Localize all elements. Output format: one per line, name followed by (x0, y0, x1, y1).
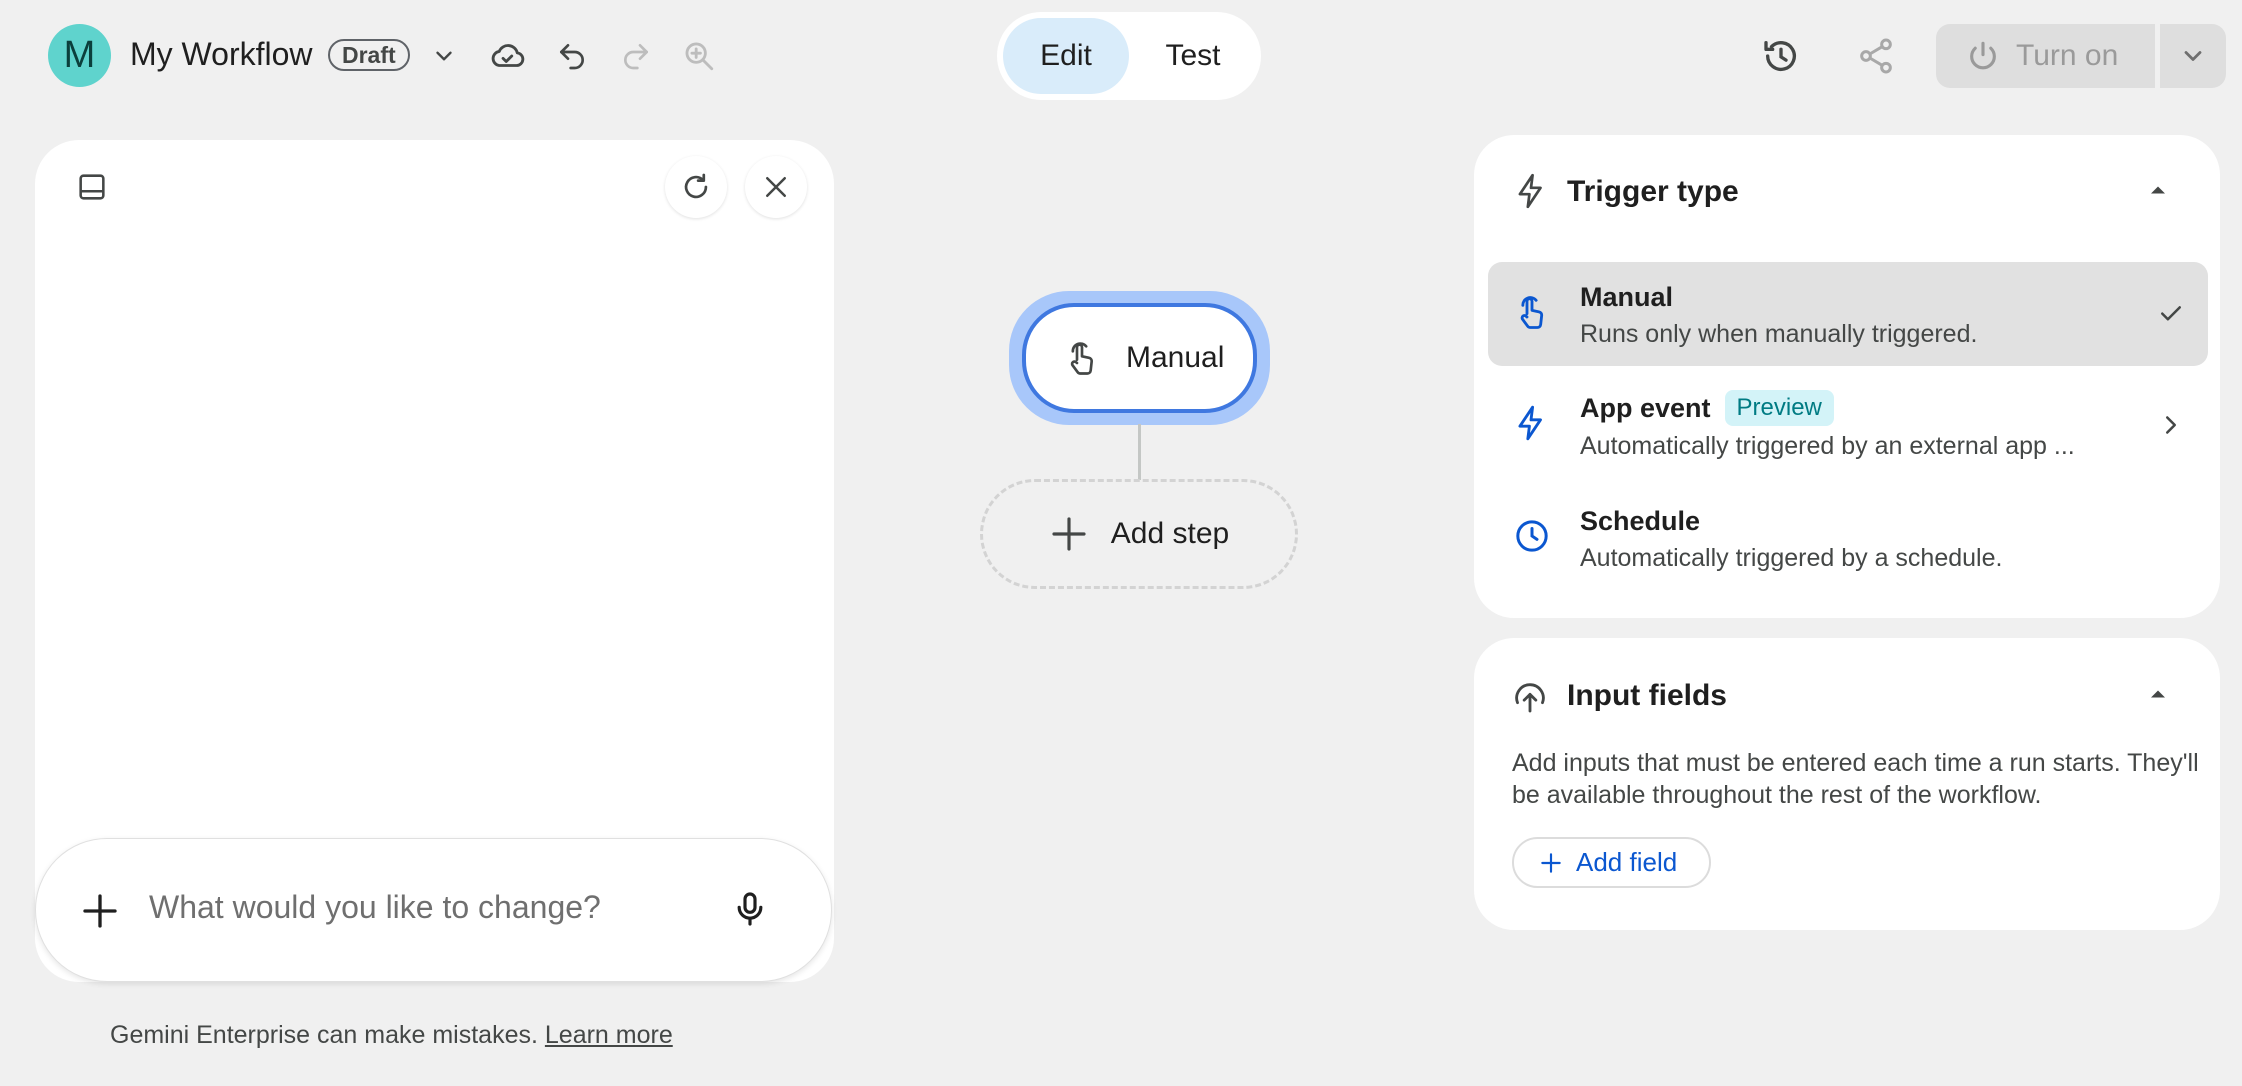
turn-on-button[interactable]: Turn on (1936, 24, 2155, 88)
trigger-node-manual[interactable]: Manual (1022, 303, 1257, 413)
close-icon[interactable] (745, 156, 807, 218)
option-title-row: App event Preview (1580, 390, 1834, 426)
option-description: Automatically triggered by an external a… (1580, 432, 2075, 460)
input-fields-title: Input fields (1567, 679, 1727, 712)
add-step-label: Add step (1110, 517, 1230, 550)
option-title: App event (1580, 392, 1711, 423)
input-fields-description: Add inputs that must be entered each tim… (1512, 749, 2199, 809)
bolt-icon (1512, 404, 1550, 442)
chevron-up-icon[interactable] (2144, 176, 2172, 204)
trigger-option-app-event[interactable]: App event Preview Automatically triggere… (1488, 374, 2208, 478)
refresh-icon[interactable] (665, 156, 727, 218)
disclaimer: Gemini Enterprise can make mistakes. Lea… (110, 1021, 673, 1050)
chevron-up-icon[interactable] (2144, 680, 2172, 708)
chat-input-box[interactable]: What would you like to change? (35, 838, 832, 982)
clock-icon (1512, 516, 1552, 556)
panel-toggle-icon[interactable] (61, 156, 123, 218)
bolt-icon (1512, 172, 1550, 210)
chevron-down-icon (2179, 42, 2207, 70)
cloud-check-icon[interactable] (482, 31, 532, 81)
microphone-icon[interactable] (730, 889, 770, 929)
history-icon[interactable] (1756, 31, 1806, 81)
option-title: Manual (1580, 282, 1674, 312)
zoom-in-icon[interactable] (674, 31, 724, 81)
trigger-option-manual[interactable]: Manual Runs only when manually triggered… (1488, 262, 2208, 366)
workflow-title[interactable]: My Workflow (130, 36, 313, 73)
add-field-label: Add field (1576, 847, 1678, 877)
add-field-button[interactable]: Add field (1512, 837, 1711, 888)
turn-on-dropdown-button[interactable] (2160, 24, 2226, 88)
chevron-down-icon[interactable] (419, 31, 469, 81)
touch-icon (1062, 338, 1102, 378)
draft-badge: Draft (328, 39, 410, 71)
avatar[interactable]: M (48, 24, 111, 87)
option-title: Schedule (1580, 506, 1701, 536)
option-description: Runs only when manually triggered. (1580, 320, 1978, 348)
add-attachment-icon[interactable] (80, 891, 120, 931)
chevron-right-icon (2156, 410, 2186, 440)
redo-icon[interactable] (611, 31, 661, 81)
plus-icon (1049, 514, 1089, 554)
disclaimer-text: Gemini Enterprise can make mistakes. (110, 1021, 538, 1049)
touch-icon (1512, 292, 1552, 332)
trigger-node-label: Manual (1126, 341, 1225, 374)
chat-input-placeholder[interactable]: What would you like to change? (149, 889, 601, 926)
mode-toggle: Edit Test (997, 12, 1261, 100)
tab-test[interactable]: Test (1131, 18, 1255, 94)
learn-more-link[interactable]: Learn more (545, 1021, 673, 1049)
upload-icon (1510, 676, 1550, 716)
plus-icon (1538, 850, 1564, 876)
power-icon (1966, 39, 2000, 73)
preview-badge: Preview (1724, 390, 1834, 426)
option-description: Automatically triggered by a schedule. (1580, 544, 2003, 572)
add-step-button[interactable]: Add step (980, 479, 1298, 589)
trigger-option-schedule[interactable]: Schedule Automatically triggered by a sc… (1488, 486, 2208, 590)
node-connector (1138, 424, 1141, 480)
share-icon[interactable] (1851, 31, 1901, 81)
trigger-type-title: Trigger type (1567, 175, 1739, 208)
tab-edit[interactable]: Edit (1003, 18, 1129, 94)
undo-icon[interactable] (547, 31, 597, 81)
check-icon (2156, 298, 2186, 328)
turn-on-label: Turn on (2016, 39, 2119, 72)
